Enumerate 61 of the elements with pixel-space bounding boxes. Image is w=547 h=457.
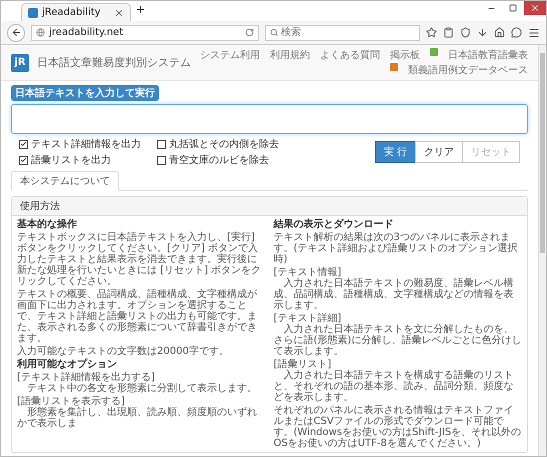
site-title: 日本語文章難易度判別システム xyxy=(37,55,191,70)
entry-title: [テキスト詳細] xyxy=(274,313,342,324)
entry-text: 入力された日本語テキストを文に分解したものを、さらに語(形態素)に分解し、語彙レベルごとに色分けして表示します。 xyxy=(274,324,522,357)
reload-icon[interactable] xyxy=(244,28,254,37)
option-checkbox[interactable]: 丸括弧とその内側を除去 xyxy=(157,137,279,151)
paragraph: テキスト解析の結果は次の3つのパネルに表示されます。(テキスト詳細および語彙リストのオプション選択時) xyxy=(274,232,518,265)
browser-tab[interactable]: jReadability xyxy=(21,3,131,21)
panel-title: 使用方法 xyxy=(12,197,527,216)
entry-title: [語彙リストを表示する] xyxy=(17,396,126,407)
nav-link[interactable]: システム利用 xyxy=(200,48,260,62)
nav-link[interactable]: 掲示板 xyxy=(390,48,420,62)
shield-icon[interactable] xyxy=(460,27,471,38)
entry-text: 入力された日本語テキストを構成する語彙のリストと、それぞれの語の基本形、読み、品詞分類、頻度などを表示します。 xyxy=(274,370,514,403)
action-button[interactable]: クリア xyxy=(415,141,463,163)
checkbox[interactable] xyxy=(157,140,166,148)
search-input[interactable]: 検索 xyxy=(281,27,415,38)
tab[interactable]: 本システムについて xyxy=(11,171,119,191)
star-icon[interactable] xyxy=(426,27,437,38)
nav-link[interactable]: 日本語教育語彙表 xyxy=(448,48,528,62)
paragraph: テキストの概要、品詞構成、語種構成、文字種構成が画面下に出力されます。オプションを選択することで、テキスト詳細と語彙リストの出力も可能です。また、表示される多くの形態素について辞書引きができます。 xyxy=(17,289,258,344)
search-field[interactable]: 検索 xyxy=(264,24,420,40)
clipboard-icon[interactable] xyxy=(443,27,454,38)
entry-text: 入力された日本語テキストの難易度、語彙レベル構成、品詞構成、語種構成、文字種構成などの情報を表示します。 xyxy=(274,278,514,311)
section-heading: 結果の表示とダウンロード xyxy=(274,219,394,230)
option-checkbox[interactable]: 語彙リストを出力 xyxy=(19,153,141,167)
close-icon[interactable] xyxy=(114,8,124,18)
section-heading: 利用可能なオプション xyxy=(17,359,118,370)
search-icon xyxy=(270,28,278,37)
download-icon[interactable] xyxy=(477,27,488,38)
entry-text: 形態素を集計し、出現順、読み順、頻度順のいずれかで表示しま xyxy=(17,407,258,429)
option-checkbox[interactable]: テキスト詳細情報を出力 xyxy=(19,137,141,151)
nav-link[interactable]: 利用規約 xyxy=(270,48,310,62)
checkbox[interactable] xyxy=(157,156,166,164)
paragraph: テキストボックスに日本語テキストを入力し、[実行] ボタンをクリックしてください。[クリア] ボタンで入力したテキストと結果表示を消去できます。実行後に新たな処理を行いたいときには [リセット] ボタンをクリックしてください。 xyxy=(17,232,262,287)
checkbox[interactable] xyxy=(19,140,28,148)
menu-icon[interactable] xyxy=(528,26,540,38)
section-heading: 基本的な操作 xyxy=(17,219,78,230)
globe-icon xyxy=(36,28,45,37)
checkbox[interactable] xyxy=(19,156,28,164)
address-bar[interactable]: jreadability.net xyxy=(31,24,259,40)
text-input[interactable] xyxy=(11,104,528,134)
new-tab-icon[interactable] xyxy=(135,4,146,15)
home-icon[interactable] xyxy=(494,27,505,38)
paragraph: 入力可能なテキストの文字数は20000字です。 xyxy=(17,346,230,357)
close-icon[interactable] xyxy=(530,3,540,13)
action-button[interactable]: 実 行 xyxy=(374,141,416,163)
entry-text: テキスト中の各文を形態素に分割して表示します。 xyxy=(26,383,258,394)
scrollbar[interactable] xyxy=(538,45,546,456)
nav-link[interactable]: 類義語用例文データベース xyxy=(408,63,528,77)
entry-title: [テキスト詳細情報を出力する] xyxy=(17,372,156,383)
back-icon[interactable] xyxy=(10,27,22,38)
chat-icon[interactable] xyxy=(511,27,522,38)
paragraph: それぞれのパネルに表示される情報はテキストファイルまたはCSVファイルの形式でダウンロード可能です。(Windowsをお使いの方はShift-JISを、それ以外のOSをお使いの方はUTF-8を選んでください。) xyxy=(274,405,522,449)
input-label: 日本語テキストを入力して実行 xyxy=(11,85,159,101)
entry-title: [テキスト情報] xyxy=(274,267,342,278)
nav-link[interactable]: よくある質問 xyxy=(320,48,380,62)
site-icon xyxy=(28,8,38,18)
option-checkbox[interactable]: 青空文庫のルビを除去 xyxy=(157,153,279,167)
site-logo[interactable]: jR xyxy=(11,54,29,72)
entry-title: [語彙リスト] xyxy=(274,359,332,370)
maximize-icon[interactable] xyxy=(509,4,517,12)
